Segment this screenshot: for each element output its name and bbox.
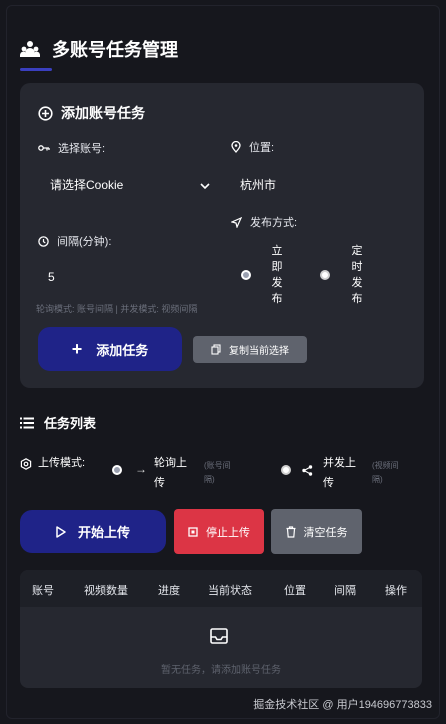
- publish-immediate-label[interactable]: 立即发布: [270, 243, 284, 307]
- clear-tasks-button-label: 清空任务: [303, 526, 348, 539]
- add-task-title-text: 添加账号任务: [61, 105, 145, 121]
- page-title-text: 多账号任务管理: [52, 40, 178, 60]
- publish-immediate-radio[interactable]: [241, 270, 251, 280]
- account-label: 选择账号:: [38, 140, 105, 156]
- location-label-text: 位置:: [249, 142, 275, 154]
- empty-state-text: 暂无任务，请添加账号任务: [161, 665, 281, 676]
- table-header: 账号 视频数量 进度 当前状态 位置 间隔 操作: [20, 570, 422, 607]
- column-header-location: 位置: [284, 585, 306, 597]
- plus-circle-icon: [38, 105, 53, 121]
- users-icon: [20, 38, 42, 60]
- add-task-button-label: 添加任务: [96, 342, 149, 358]
- interval-label-text: 间隔(分钟):: [57, 236, 112, 248]
- stop-icon: [188, 526, 198, 537]
- column-header-account: 账号: [32, 585, 54, 597]
- arrow-right-icon: →: [135, 462, 147, 476]
- add-task-title: 添加账号任务: [38, 103, 145, 123]
- chevron-down-icon[interactable]: [200, 177, 210, 195]
- concurrent-upload-label[interactable]: 并发上传: [323, 453, 363, 493]
- clear-tasks-button[interactable]: 清空任务: [271, 509, 362, 554]
- upload-mode-label: 上传模式:: [38, 457, 86, 469]
- clock-icon: [38, 235, 49, 247]
- title-underline: [20, 68, 52, 71]
- location-input[interactable]: 杭州市: [240, 176, 276, 193]
- stop-upload-button-label: 停止上传: [206, 526, 250, 539]
- account-label-text: 选择账号:: [58, 143, 106, 155]
- concurrent-upload-sub: (视频间隔): [372, 461, 399, 484]
- trash-icon: [286, 525, 296, 538]
- start-upload-button[interactable]: 开始上传: [20, 510, 166, 553]
- column-header-actions: 操作: [385, 585, 407, 597]
- share-icon: [302, 463, 313, 481]
- location-pin-icon: [231, 141, 241, 153]
- publish-immediate-label-text: 立即发布: [271, 245, 283, 305]
- publish-label-text: 发布方式:: [250, 217, 298, 229]
- location-label: 位置:: [231, 139, 274, 155]
- copy-selection-button[interactable]: 复制当前选择: [193, 336, 307, 363]
- plus-icon: +: [71, 338, 83, 359]
- interval-input[interactable]: 5: [48, 270, 55, 284]
- send-icon: [231, 216, 242, 228]
- stop-upload-button[interactable]: 停止上传: [174, 509, 264, 554]
- key-icon: [38, 144, 50, 152]
- start-upload-button-label: 开始上传: [77, 525, 130, 540]
- copy-selection-button-label: 复制当前选择: [229, 346, 289, 357]
- play-icon: [56, 525, 66, 538]
- interval-label: 间隔(分钟):: [38, 233, 111, 249]
- publish-label: 发布方式:: [231, 214, 297, 230]
- list-icon: [20, 417, 34, 429]
- watermark: 掘金技术社区 @ 用户194696773833: [253, 699, 432, 711]
- copy-icon: [211, 344, 221, 355]
- publish-scheduled-radio[interactable]: [320, 270, 330, 280]
- polling-upload-label[interactable]: 轮询上传: [154, 453, 194, 493]
- column-header-video-count: 视频数量: [84, 585, 128, 597]
- concurrent-upload-radio[interactable]: [281, 465, 291, 475]
- task-table: 账号 视频数量 进度 当前状态 位置 间隔 操作 暂无任务，请添加账号任务: [20, 570, 422, 688]
- polling-upload-sub: (账号间隔): [204, 461, 231, 484]
- column-header-status: 当前状态: [208, 585, 252, 597]
- publish-scheduled-label[interactable]: 定时发布: [350, 243, 364, 307]
- inbox-icon: [210, 628, 228, 649]
- add-task-button[interactable]: + 添加任务: [38, 327, 182, 371]
- task-list-title-text: 任务列表: [44, 416, 97, 431]
- polling-upload-radio[interactable]: [112, 465, 122, 475]
- column-header-interval: 间隔: [334, 585, 356, 597]
- mode-hint: 轮询模式: 账号间隔 | 并发模式: 视频间隔: [36, 304, 198, 314]
- column-header-progress: 进度: [158, 585, 180, 597]
- add-task-card: 添加账号任务 选择账号: 请选择Cookie 位置: 杭州市 间隔(分钟): 5…: [20, 83, 424, 388]
- page-title: 多账号任务管理: [20, 36, 178, 62]
- account-select[interactable]: 请选择Cookie: [50, 176, 123, 193]
- task-list-title: 任务列表: [20, 413, 96, 432]
- publish-scheduled-label-text: 定时发布: [351, 245, 363, 305]
